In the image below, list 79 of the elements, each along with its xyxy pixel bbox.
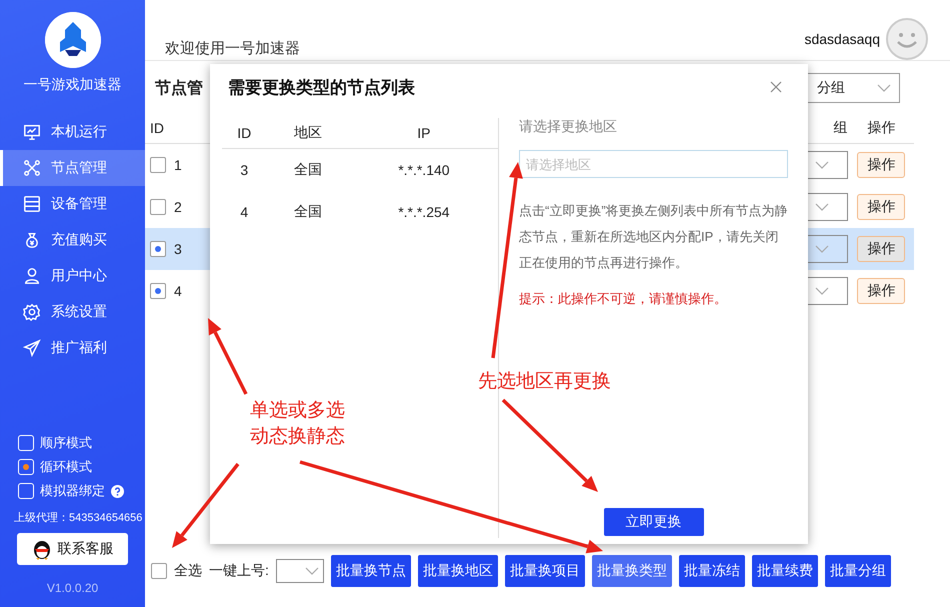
warning-text: 提示：此操作不可逆，请谨慎操作。 <box>519 290 728 308</box>
mode-checkbox[interactable] <box>18 435 34 451</box>
region-label: 请选择更换地区 <box>519 118 618 136</box>
batch-button[interactable]: 批量换项目 <box>504 555 585 587</box>
moneybag-icon <box>23 231 41 249</box>
caret-icon <box>815 287 830 295</box>
nav-item[interactable]: 推广福利 <box>0 330 145 366</box>
smiley-avatar-icon[interactable] <box>886 18 928 60</box>
nav-item[interactable]: 充值购买 <box>0 222 145 258</box>
quick-login-dropdown[interactable] <box>276 559 324 583</box>
batch-button[interactable]: 批量分组 <box>824 555 891 587</box>
table-cell: *.*.*.140 <box>350 148 498 191</box>
caret-icon <box>815 203 830 211</box>
select-all-label: 全选 <box>174 562 202 580</box>
table-cell-text: 4 <box>239 203 250 222</box>
mode-label: 模拟器绑定 <box>40 482 105 500</box>
table-cell: 全国 <box>266 148 350 191</box>
server-icon <box>23 195 41 213</box>
batch-button[interactable]: 批量换类型 <box>592 555 672 587</box>
action-button[interactable]: 操作 <box>857 236 906 262</box>
batch-button[interactable]: 批量冻结 <box>678 555 745 587</box>
rocket-logo <box>44 12 100 68</box>
welcome-text: 欢迎使用一号加速器 <box>165 39 300 59</box>
column-header: 地区 <box>266 118 350 148</box>
caret-icon <box>815 245 830 253</box>
nav-item[interactable]: 节点管理 <box>0 150 145 186</box>
description-text: 点击“立即更换”将更换左侧列表中所有节点为静态节点，重新在所选地区内分配IP，请先关闭正在使用的节点再进行操作。 <box>519 202 788 272</box>
help-icon[interactable] <box>111 484 124 498</box>
table-cell: 4 <box>174 283 182 299</box>
table-cell: 3 <box>174 241 182 257</box>
region-input-field[interactable]: 请选择地区 <box>519 150 788 178</box>
row-checkbox[interactable] <box>150 199 166 215</box>
version-text: V1.0.0.20 <box>46 581 100 595</box>
table-cell: 2 <box>174 199 182 215</box>
table-cell-text: 全国 <box>293 202 324 221</box>
monitor-icon <box>23 123 41 141</box>
column-header: IP <box>350 118 498 148</box>
caret-icon <box>815 161 830 169</box>
page-title: 节点管 <box>155 78 203 98</box>
mode-checkbox[interactable] <box>18 459 34 475</box>
annotation-text: 单选或多选动态换静态 <box>250 399 346 449</box>
caret-icon <box>877 84 891 92</box>
table-cell: 1 <box>174 157 182 173</box>
send-icon <box>23 339 41 357</box>
penguin-icon <box>32 538 52 560</box>
caret-icon <box>304 567 319 575</box>
batch-button[interactable]: 批量换节点 <box>330 555 411 587</box>
annotation-text: 先选地区再更换 <box>478 370 611 394</box>
row-checkbox[interactable] <box>150 157 166 173</box>
username: sdasdasaqq <box>804 31 880 47</box>
gear-icon <box>23 303 41 321</box>
mode-label: 循环模式 <box>40 458 92 476</box>
row-checkbox[interactable] <box>150 283 166 299</box>
nav-item[interactable]: 设备管理 <box>0 186 145 222</box>
batch-button[interactable]: 批量换地区 <box>418 555 498 587</box>
select-all-checkbox[interactable] <box>151 563 167 579</box>
app-name: 一号游戏加速器 <box>22 76 122 94</box>
quick-login-label: 一键上号: <box>209 562 269 580</box>
nav-item[interactable]: 本机运行 <box>0 114 145 150</box>
table-cell-text: *.*.*.254 <box>397 203 451 222</box>
row-checkbox[interactable] <box>150 241 166 257</box>
column-header: 操作 <box>848 113 914 144</box>
contact-button[interactable]: 联系客服 <box>17 533 128 565</box>
batch-button[interactable]: 批量续费 <box>752 555 818 587</box>
dialog-title: 需要更换类型的节点列表 <box>228 76 415 98</box>
nodes-icon <box>23 159 41 177</box>
user-icon <box>23 267 41 285</box>
table-cell: 3 <box>222 148 266 191</box>
confirm-button[interactable]: 立即更换 <box>604 508 704 536</box>
action-button[interactable]: 操作 <box>857 194 906 220</box>
nav-item[interactable]: 系统设置 <box>0 294 145 330</box>
action-button[interactable]: 操作 <box>857 278 906 304</box>
action-button[interactable]: 操作 <box>857 152 906 178</box>
nav-item[interactable]: 用户中心 <box>0 258 145 294</box>
mode-label: 顺序模式 <box>40 434 92 452</box>
column-header: ID <box>222 118 266 148</box>
agent-text: 上级代理：543534654656 <box>13 511 144 525</box>
close-icon[interactable] <box>770 81 782 93</box>
mode-checkbox[interactable] <box>18 483 34 499</box>
